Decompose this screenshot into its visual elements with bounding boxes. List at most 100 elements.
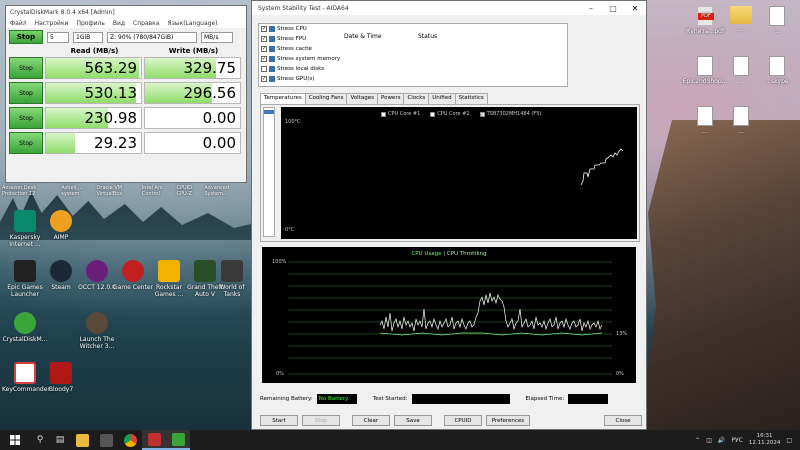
test-stop-button[interactable]: Stop xyxy=(9,132,43,154)
test-label: Stress GPU(s) xyxy=(277,76,315,82)
sensor-list[interactable] xyxy=(263,107,275,237)
tab-clocks[interactable]: Clocks xyxy=(403,93,430,104)
temperature-plot xyxy=(580,148,624,186)
taskbar-chrome[interactable] xyxy=(118,430,142,450)
desktop-label[interactable]: CPUID CPU-Z xyxy=(176,185,204,197)
cdm-titlebar[interactable]: CrystalDiskMark 8.0.4 x64 [Admin] xyxy=(6,6,246,18)
network-icon[interactable]: ◫ xyxy=(706,437,712,444)
checkbox-icon[interactable]: ✓ xyxy=(261,26,267,32)
desktop-icon-label: World of Tanks xyxy=(219,284,245,298)
cpuid-button[interactable]: CPUID xyxy=(444,415,482,426)
steam-icon xyxy=(50,260,72,282)
menu-item-language[interactable]: Язык(Language) xyxy=(167,20,217,27)
desktop-icon-bloody[interactable]: Bloody7 xyxy=(38,362,84,393)
desktop-icon-wot[interactable]: World of Tanks xyxy=(216,260,248,298)
ast-titlebar[interactable]: System Stability Test - AIDA64 – □ ✕ xyxy=(252,1,646,15)
cpu-panel: CPU Usage | CPU Throttling 100% 0% 0% 13… xyxy=(260,245,640,385)
desktop-icon-file[interactable]: ...skype xyxy=(754,56,800,85)
file-icon xyxy=(769,56,785,76)
test-item[interactable]: ✓ Stress cache xyxy=(259,44,567,54)
result-row: Stop 530.13 296.56 xyxy=(9,82,243,106)
remaining-battery-label: Remaining Battery: xyxy=(260,396,313,402)
drive-select[interactable]: Z: 90% (780/847GiB) xyxy=(107,31,197,43)
clock[interactable]: 16:31 12.11.2024 xyxy=(749,433,781,447)
desktop-label[interactable]: Advanced System... xyxy=(204,185,247,197)
crystaldiskmark-icon xyxy=(14,312,36,334)
menu-item-file[interactable]: Файл xyxy=(10,20,27,27)
menu-item-view[interactable]: Вид xyxy=(113,20,125,27)
write-cell: 296.56 xyxy=(144,82,241,104)
stop-button[interactable]: Stop xyxy=(302,415,340,426)
test-stop-button[interactable]: Stop xyxy=(9,107,43,129)
unit-select[interactable]: MB/s xyxy=(201,31,233,43)
read-value: 29.23 xyxy=(94,134,137,152)
crystaldiskmark-window: CrystalDiskMark 8.0.4 x64 [Admin] Файл Н… xyxy=(5,5,247,183)
menu-item-help[interactable]: Справка xyxy=(133,20,159,27)
desktop-icon-file[interactable]: ... xyxy=(754,6,800,35)
taskbar-aida64[interactable] xyxy=(142,430,166,450)
test-item[interactable]: Stress local disks xyxy=(259,64,567,74)
save-button[interactable]: Save xyxy=(394,415,432,426)
taskbar-crystaldiskmark[interactable] xyxy=(166,430,190,450)
language-indicator[interactable]: РУС xyxy=(731,437,742,444)
size-select[interactable]: 1GiB xyxy=(73,31,103,43)
tab-cooling-fans[interactable]: Cooling Fans xyxy=(304,93,348,104)
test-item[interactable]: ✓ Stress GPU(s) xyxy=(259,74,567,84)
desktop-icon-label: ... xyxy=(774,28,780,35)
checkbox-icon[interactable]: ✓ xyxy=(261,46,267,52)
search-icon[interactable]: ⚲ xyxy=(30,430,50,450)
pdf-file-icon xyxy=(697,6,714,26)
chrome-icon xyxy=(123,433,137,447)
window-title: System Stability Test - AIDA64 xyxy=(258,4,349,12)
taskbar-calculator[interactable] xyxy=(94,430,118,450)
maximize-icon[interactable]: □ xyxy=(602,1,624,15)
windows-icon[interactable] xyxy=(0,430,30,450)
tab-voltages[interactable]: Voltages xyxy=(346,93,378,104)
menu-item-profile[interactable]: Профиль xyxy=(76,20,104,27)
checkbox-icon[interactable] xyxy=(261,66,267,72)
desktop-icon-aimp[interactable]: AIMP xyxy=(38,210,84,241)
read-cell: 563.29 xyxy=(45,57,142,79)
minimize-icon[interactable]: – xyxy=(580,1,602,15)
test-label: Stress system memory xyxy=(277,56,341,62)
stop-all-button[interactable]: Stop xyxy=(9,30,43,44)
test-item[interactable]: ✓ Stress FPU xyxy=(259,34,567,44)
stress-test-list: ✓ Stress CPU ✓ Stress FPU ✓ Stress cache ✓ S… xyxy=(258,23,568,87)
desktop-label[interactable]: Amazon Desk Protection 12 xyxy=(2,185,61,197)
gpu-icon xyxy=(269,76,275,82)
desktop-label[interactable]: Ashell ... system xyxy=(61,185,96,197)
checkbox-icon[interactable]: ✓ xyxy=(261,76,267,82)
tab-temperatures[interactable]: Temperatures xyxy=(260,93,306,104)
desktop-icon-label: Bloody7 xyxy=(48,386,74,393)
count-select[interactable]: 5 xyxy=(47,31,69,43)
test-stop-button[interactable]: Stop xyxy=(9,82,43,104)
tab-unified[interactable]: Unified xyxy=(428,93,456,104)
close-button[interactable]: Close xyxy=(604,415,642,426)
tab-statistics[interactable]: Statistics xyxy=(454,93,488,104)
close-icon[interactable]: ✕ xyxy=(624,1,646,15)
desktop-icon-file[interactable]: ... xyxy=(718,106,764,135)
task-view-icon[interactable]: ▤ xyxy=(50,430,70,450)
desktop-icon-witcher[interactable]: Launch The Witcher 3... xyxy=(74,312,120,350)
tab-powers[interactable]: Powers xyxy=(376,93,405,104)
cpu-plot xyxy=(288,261,612,375)
checkbox-icon[interactable]: ✓ xyxy=(261,56,267,62)
desktop-label[interactable]: Oracle VM VirtualBox xyxy=(96,185,141,197)
chevron-up-icon[interactable]: ⌃ xyxy=(695,437,700,444)
preferences-button[interactable]: Preferences xyxy=(486,415,530,426)
notifications-icon[interactable]: □ xyxy=(786,437,792,444)
checkbox-icon[interactable]: ✓ xyxy=(261,36,267,42)
test-item[interactable]: ✓ Stress CPU xyxy=(259,24,567,34)
desktop-icon-crystaldiskmark[interactable]: CrystalDiskM... xyxy=(2,312,48,343)
test-stop-button[interactable]: Stop xyxy=(9,57,43,79)
test-item[interactable]: ✓ Stress system memory xyxy=(259,54,567,64)
desktop-label[interactable]: Intel Arc Control xyxy=(142,185,177,197)
start-button[interactable]: Start xyxy=(260,415,298,426)
menu-item-settings[interactable]: Настройки xyxy=(35,20,69,27)
clear-button[interactable]: Clear xyxy=(352,415,390,426)
elapsed-time-value xyxy=(568,394,609,404)
read-bar xyxy=(46,133,75,153)
taskbar-explorer[interactable] xyxy=(70,430,94,450)
volume-icon[interactable]: 🔊 xyxy=(718,437,725,444)
taskbar: ⚲ ▤ ⌃ ◫ 🔊 РУС 16:31 12.11.2024 □ xyxy=(0,430,800,450)
